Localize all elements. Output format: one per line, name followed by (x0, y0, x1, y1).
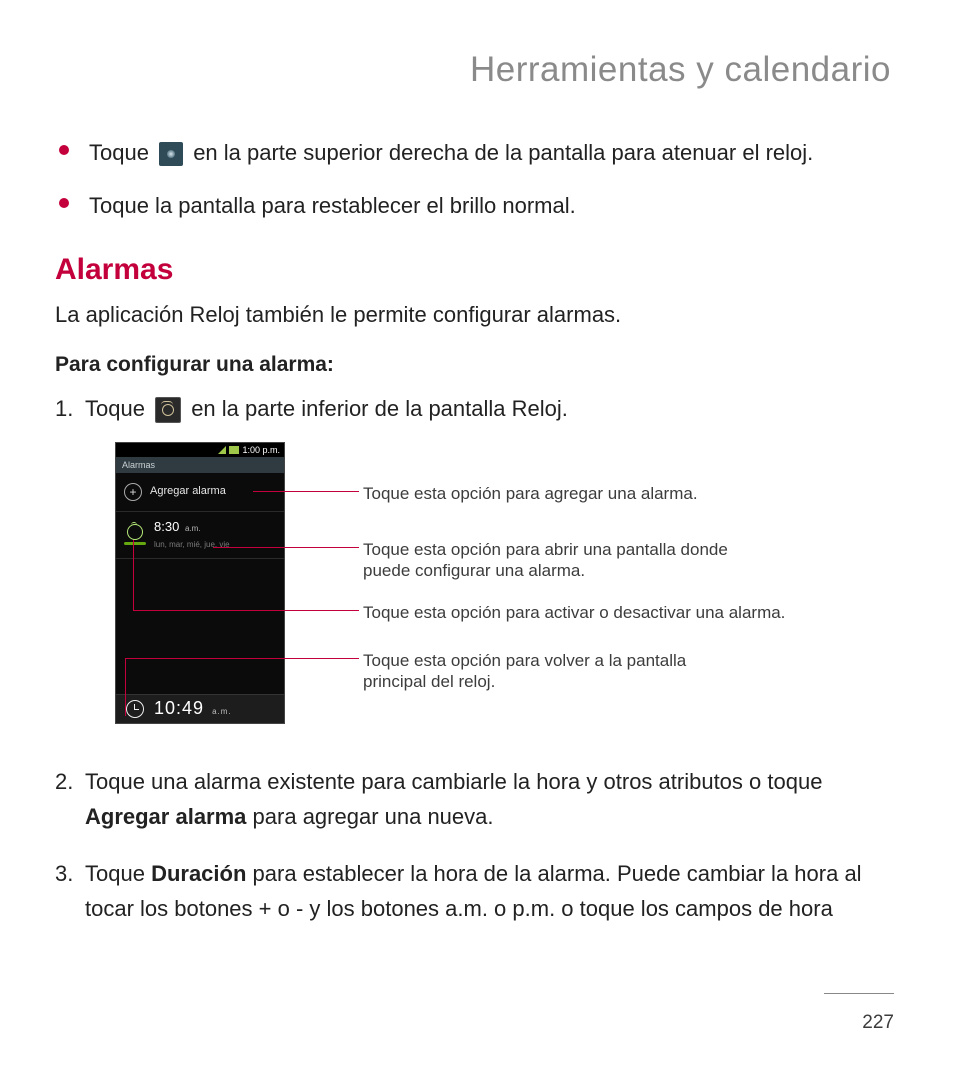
callout-text-3: Toque esta opción para activar o desacti… (363, 602, 785, 624)
alarm-time-value: 8:30 (154, 519, 179, 534)
bullet-text-pre: Toque (89, 140, 155, 165)
alarm-clock-icon (127, 524, 143, 540)
bottom-time: 10:49 a.m. (154, 694, 232, 723)
bottom-ampm: a.m. (212, 707, 232, 716)
bullet-text-post: en la parte superior derecha de la panta… (193, 140, 813, 165)
step-1: Toque en la parte inferior de la pantall… (55, 391, 899, 732)
bullet-text: Toque la pantalla para restablecer el br… (89, 193, 576, 218)
signal-icon (218, 446, 226, 454)
alarm-row[interactable]: 8:30 a.m. lun, mar, mié, jue, vie (116, 512, 284, 559)
figure: 1:00 p.m. Alarmas + Agregar alarma (85, 442, 899, 732)
step-text-pre: Toque (85, 396, 151, 421)
step2-post: para agregar una nueva. (253, 804, 494, 829)
callout-connector (125, 658, 126, 716)
step-3: Toque Duración para establecer la hora d… (55, 856, 899, 926)
callout-text-2a: Toque esta opción para abrir una pantall… (363, 539, 728, 561)
alarm-ampm: a.m. (185, 524, 201, 533)
status-time: 1:00 p.m. (242, 443, 280, 457)
blank-area (116, 559, 284, 694)
page-header-title: Herramientas y calendario (55, 50, 899, 90)
add-alarm-row[interactable]: + Agregar alarma (116, 473, 284, 512)
battery-icon (229, 446, 239, 454)
callout-line (125, 658, 359, 659)
step2-bold: Agregar alarma (85, 804, 246, 829)
callout-text-4b: principal del reloj. (363, 671, 495, 693)
clock-icon (126, 700, 144, 718)
ordered-steps: Toque en la parte inferior de la pantall… (55, 391, 899, 927)
footer-rule (824, 993, 894, 994)
section-intro: La aplicación Reloj también le permite c… (55, 297, 899, 332)
section-heading-alarmas: Alarmas (55, 253, 899, 287)
brightness-icon (159, 142, 183, 166)
tab-alarmas: Alarmas (116, 457, 284, 473)
bullet-item: Toque en la parte superior derecha de la… (55, 135, 899, 170)
callout-text-1: Toque esta opción para agregar una alarm… (363, 483, 698, 505)
bottom-clock-bar[interactable]: 10:49 a.m. (116, 694, 284, 723)
step3-bold: Duración (151, 861, 246, 886)
callout-connector (133, 540, 134, 610)
page-number: 227 (862, 1012, 894, 1034)
callout-text-2b: puede configurar una alarma. (363, 560, 585, 582)
step-2: Toque una alarma existente para cambiarl… (55, 764, 899, 834)
callout-text-4a: Toque esta opción para volver a la panta… (363, 650, 686, 672)
document-page: Herramientas y calendario Toque en la pa… (0, 0, 954, 1074)
bottom-time-value: 10:49 (154, 698, 204, 718)
phone-screenshot: 1:00 p.m. Alarmas + Agregar alarma (115, 442, 285, 724)
plus-icon: + (124, 483, 142, 501)
alarm-toggle[interactable] (124, 524, 146, 545)
bullet-list: Toque en la parte superior derecha de la… (55, 135, 899, 223)
step3-pre: Toque (85, 861, 151, 886)
callout-line (133, 610, 359, 611)
bullet-dot (59, 145, 69, 155)
alarm-icon (155, 397, 181, 423)
alarm-time: 8:30 a.m. (154, 517, 230, 538)
add-alarm-label: Agregar alarma (150, 483, 226, 501)
bullet-dot (59, 198, 69, 208)
step-text-post: en la parte inferior de la pantalla Relo… (191, 396, 568, 421)
alarm-days: lun, mar, mié, jue, vie (154, 539, 230, 552)
bullet-item: Toque la pantalla para restablecer el br… (55, 188, 899, 223)
callout-line (213, 547, 359, 548)
sub-heading: Para configurar una alarma: (55, 353, 899, 377)
callout-line (253, 491, 359, 492)
step2-pre: Toque una alarma existente para cambiarl… (85, 769, 822, 794)
status-bar: 1:00 p.m. (116, 443, 284, 457)
toggle-indicator (124, 542, 146, 545)
